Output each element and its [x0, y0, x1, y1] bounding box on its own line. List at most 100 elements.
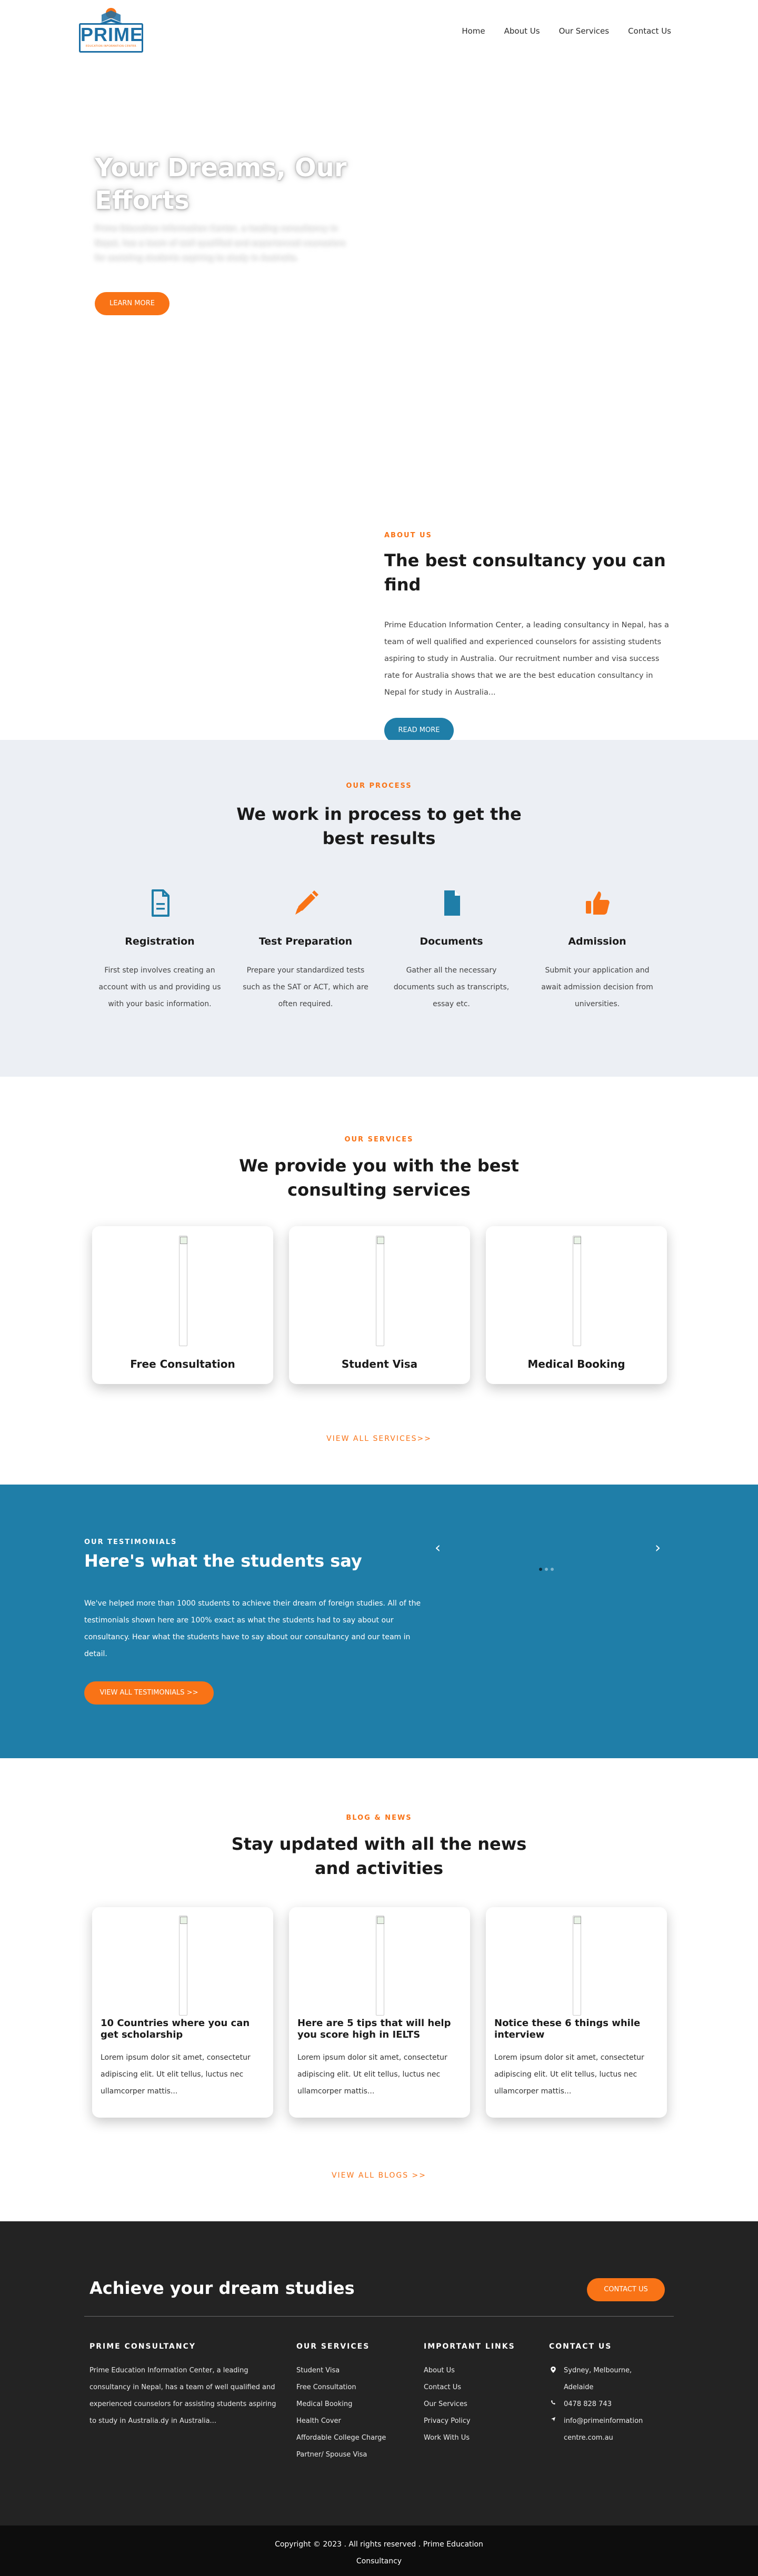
footer-link[interactable]: Work With Us	[424, 2430, 529, 2447]
footer-about-column: PRIME CONSULTANCY Prime Education Inform…	[89, 2342, 279, 2430]
hero-title: Your Dreams, Our Efforts	[95, 153, 347, 215]
copyright-text: Copyright © 2023 . All rights reserved .…	[275, 2540, 483, 2565]
step-text: Gather all the necessary documents such …	[393, 966, 510, 1008]
blog-card-excerpt: Lorem ipsum dolor sit amet, consectetur …	[494, 2053, 644, 2096]
footer-contact-column: CONTACT US Sydney, Melbourne, Adelaide 0…	[549, 2342, 660, 2447]
footer-link[interactable]: Contact Us	[424, 2379, 529, 2396]
blog-card-title[interactable]: 10 Countries where you can get scholarsh…	[101, 2018, 264, 2041]
nav-home[interactable]: Home	[462, 26, 485, 36]
pencil-icon	[295, 890, 318, 915]
testimonials-eyebrow: OUR TESTIMONIALS	[84, 1538, 177, 1546]
logo-subtext: EDUCATION INFORMATION CENTER	[85, 45, 137, 48]
blog-card[interactable]: Here are 5 tips that will help you score…	[289, 1907, 470, 2118]
footer-service-link[interactable]: Health Cover	[296, 2413, 412, 2430]
broken-image-icon	[179, 1236, 187, 1346]
carousel-dot[interactable]	[539, 1568, 542, 1571]
step-text: First step involves creating an account …	[98, 966, 221, 1008]
footer-link[interactable]: Our Services	[424, 2396, 529, 2413]
service-card-title: Free Consultation	[130, 1358, 235, 1370]
blog-card-title[interactable]: Notice these 6 things while interview	[494, 2018, 657, 2041]
process-step-documents: Documents Gather all the necessary docum…	[378, 887, 524, 1013]
copyright-bar: Copyright © 2023 . All rights reserved .…	[0, 2525, 758, 2576]
service-card-student-visa[interactable]: Student Visa	[289, 1226, 470, 1384]
process-steps: Registration First step involves creatin…	[87, 887, 671, 1013]
broken-image-icon	[573, 1236, 581, 1346]
thumbs-up-icon	[585, 891, 610, 915]
carousel-dot[interactable]	[551, 1568, 554, 1571]
book-icon	[100, 8, 122, 25]
chevron-left-icon[interactable]: ‹	[435, 1540, 445, 1555]
process-title: We work in process to get the best resul…	[236, 804, 522, 848]
broken-image-icon	[573, 1916, 581, 2016]
footer-service-link[interactable]: Student Visa	[296, 2362, 412, 2379]
view-all-testimonials-button[interactable]: VIEW ALL TESTIMONIALS >>	[84, 1681, 214, 1705]
logo-text: PRIME	[81, 24, 144, 45]
nav-our-services[interactable]: Our Services	[559, 26, 610, 36]
hero-section: Your Dreams, Our Efforts Prime Education…	[0, 63, 758, 389]
footer-phone-text[interactable]: 0478 828 743	[564, 2396, 612, 2413]
blog-card[interactable]: Notice these 6 things while interview Lo…	[486, 1907, 667, 2118]
footer-service-link[interactable]: Partner/ Spouse Visa	[296, 2447, 412, 2463]
about-title: The best consultancy you can find	[384, 550, 666, 595]
view-all-blogs-link[interactable]: VIEW ALL BLOGS >>	[0, 2171, 758, 2180]
broken-image-icon	[179, 1916, 187, 2016]
read-more-button[interactable]: READ MORE	[384, 718, 454, 743]
footer-service-link[interactable]: Medical Booking	[296, 2396, 412, 2413]
logo-box: PRIME EDUCATION INFORMATION CENTER	[79, 23, 143, 53]
service-card-medical-booking[interactable]: Medical Booking	[486, 1226, 667, 1384]
services-eyebrow: OUR SERVICES	[344, 1136, 414, 1144]
process-step-registration: Registration First step involves creatin…	[87, 887, 233, 1013]
main-menu: Home About Us Our Services Contact Us	[462, 26, 671, 36]
service-card-title: Student Visa	[341, 1358, 418, 1370]
site-header: PRIME EDUCATION INFORMATION CENTER Home …	[0, 0, 758, 63]
blog-card[interactable]: 10 Countries where you can get scholarsh…	[92, 1907, 273, 2118]
services-cards: Free Consultation Student Visa Medical B…	[92, 1226, 667, 1384]
blog-cards: 10 Countries where you can get scholarsh…	[92, 1907, 667, 2118]
services-title: We provide you with the best consulting …	[239, 1156, 519, 1200]
step-text: Prepare your standardized tests such as …	[243, 966, 368, 1008]
service-card-title: Medical Booking	[527, 1358, 625, 1370]
phone-icon	[551, 2400, 555, 2404]
site-logo[interactable]: PRIME EDUCATION INFORMATION CENTER	[79, 7, 143, 53]
process-step-test-preparation: Test Preparation Prepare your standardiz…	[233, 887, 378, 1013]
footer-address: Sydney, Melbourne, Adelaide	[549, 2362, 660, 2396]
document-icon	[151, 889, 169, 917]
learn-more-button[interactable]: LEARN MORE	[95, 292, 169, 315]
carousel-dot[interactable]	[545, 1568, 548, 1571]
footer-phone: 0478 828 743	[549, 2396, 660, 2413]
footer-contact-heading: CONTACT US	[549, 2342, 612, 2351]
about-text: Prime Education Information Center, a le…	[384, 621, 669, 697]
service-card-free-consultation[interactable]: Free Consultation	[92, 1226, 273, 1384]
footer-link[interactable]: Privacy Policy	[424, 2413, 529, 2430]
services-section: OUR SERVICES We provide you with the bes…	[0, 1077, 758, 1485]
blog-eyebrow: BLOG & NEWS	[346, 1814, 412, 1822]
testimonials-section: OUR TESTIMONIALS Here's what the student…	[0, 1485, 758, 1758]
footer-link[interactable]: About Us	[424, 2362, 529, 2379]
testimonials-title: Here's what the students say	[84, 1551, 362, 1571]
footer-services-column: OUR SERVICES Student Visa Free Consultat…	[296, 2342, 412, 2463]
process-eyebrow: OUR PROCESS	[346, 782, 412, 790]
view-all-services-link[interactable]: VIEW ALL SERVICES>>	[0, 1435, 758, 1443]
nav-contact-us[interactable]: Contact Us	[628, 26, 671, 36]
broken-image-icon	[376, 1916, 384, 2016]
contact-us-button[interactable]: CONTACT US	[587, 2278, 665, 2301]
blog-card-title[interactable]: Here are 5 tips that will help you score…	[297, 2018, 461, 2041]
carousel-dots	[539, 1568, 554, 1571]
blog-section: BLOG & NEWS Stay updated with all the ne…	[0, 1758, 758, 2221]
process-step-admission: Admission Submit your application and aw…	[524, 887, 670, 1013]
step-text: Submit your application and await admiss…	[541, 966, 653, 1008]
footer-service-link[interactable]: Affordable College Charge	[296, 2430, 412, 2447]
footer-links-heading: IMPORTANT LINKS	[424, 2342, 515, 2351]
send-icon	[551, 2417, 555, 2421]
footer-service-link[interactable]: Free Consultation	[296, 2379, 412, 2396]
footer-about-heading: PRIME CONSULTANCY	[89, 2342, 196, 2351]
step-title: Documents	[420, 936, 483, 947]
blog-title: Stay updated with all the news and activ…	[231, 1834, 527, 1878]
nav-about-us[interactable]: About Us	[504, 26, 540, 36]
site-footer: Achieve your dream studies CONTACT US PR…	[0, 2221, 758, 2576]
footer-divider	[84, 2316, 674, 2317]
testimonials-text: We've helped more than 1000 students to …	[84, 1599, 421, 1658]
footer-cta-title: Achieve your dream studies	[89, 2278, 355, 2298]
footer-email-text[interactable]: info@primeinformation centre.com.au	[564, 2413, 660, 2447]
chevron-right-icon[interactable]: ›	[655, 1540, 665, 1555]
